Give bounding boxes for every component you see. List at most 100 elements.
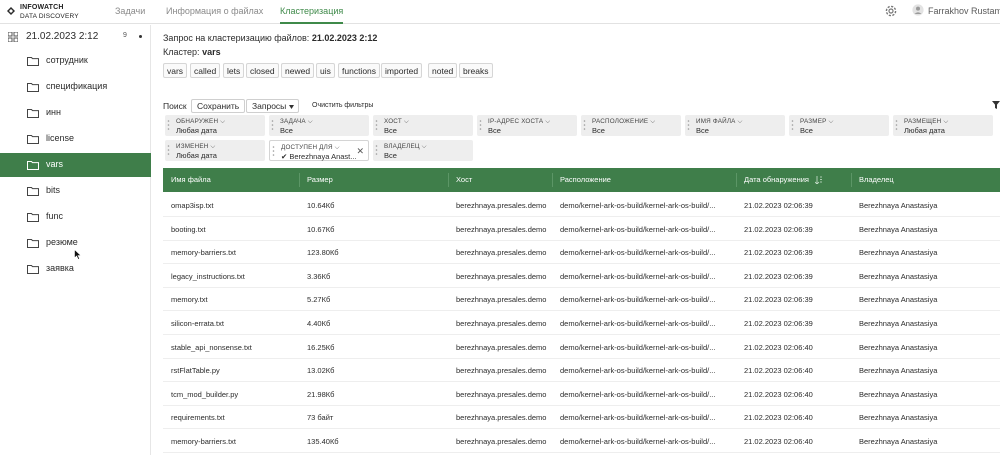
table-row[interactable]: omap3isp.txt 10.64Кб berezhnaya.presales.d… [163, 194, 1000, 217]
keyword-chip[interactable]: called [190, 63, 221, 78]
keyword-chip[interactable]: closed [246, 63, 279, 78]
drag-handle-icon[interactable] [479, 119, 482, 131]
filter-value: Все [800, 126, 813, 135]
sidebar-item-license[interactable]: license [0, 127, 151, 151]
drag-handle-icon[interactable] [167, 119, 170, 131]
table-row[interactable]: rstFlatTable.py 13.02Кб berezhnaya.presale… [163, 359, 1000, 383]
filter-file-name[interactable]: ИМЯ ФАЙЛА ⌵ Все [685, 115, 785, 136]
table-row[interactable]: tcm_mod_builder.py 21.98Кб berezhnaya.pres… [163, 383, 1000, 406]
sort-icon[interactable] [815, 176, 822, 184]
sidebar-header[interactable]: 21.02.2023 2:12 9 [0, 25, 151, 49]
table-cell: demo/kernel-ark-os-build/kernel-ark-os-b… [560, 295, 716, 305]
table-cell: 21.02.2023 02:06:40 [744, 389, 813, 399]
table-cell: demo/kernel-ark-os-build/kernel-ark-os-b… [560, 342, 716, 352]
filter-key: ИЗМЕНЕН ⌵ [176, 143, 216, 150]
sidebar-item-sotrudnik[interactable]: сотрудник [0, 49, 151, 73]
expand-dot-icon[interactable] [139, 35, 142, 38]
search-label[interactable]: Поиск [163, 101, 187, 111]
keyword-chip[interactable]: functions [338, 63, 381, 78]
cluster-value: vars [202, 47, 221, 57]
table-cell: Berezhnaya Anastasiya [859, 366, 938, 376]
table-row[interactable]: silicon-errata.txt 4.40Кб berezhnaya.presa… [163, 312, 1000, 335]
table-row[interactable]: legacy_instructions.txt 3.36Кб berezhnaya.… [163, 265, 1000, 288]
filter-icon[interactable] [992, 101, 1000, 109]
column-header[interactable]: Хост [456, 175, 472, 184]
table-cell: 21.02.2023 02:06:40 [744, 366, 813, 376]
filter-available-for[interactable]: ДОСТУПЕН ДЛЯ ⌵ ✔ Berezhnaya Anast... ✕ [269, 140, 369, 161]
column-header[interactable]: Расположение [560, 175, 611, 184]
drag-handle-icon[interactable] [375, 144, 378, 156]
drag-handle-icon[interactable] [167, 144, 170, 156]
table-cell: demo/kernel-ark-os-build/kernel-ark-os-b… [560, 319, 716, 328]
keyword-chip[interactable]: vars [163, 63, 188, 78]
filter-task[interactable]: ЗАДАЧА ⌵ Все [269, 115, 369, 136]
queries-button[interactable]: Запросы [246, 99, 300, 113]
filter-host[interactable]: ХОСТ ⌵ Все [373, 115, 473, 136]
keyword-chip[interactable]: lets [223, 63, 245, 78]
table-row[interactable]: booting.txt 10.67Кб berezhnaya.presales.de… [163, 218, 1000, 241]
table-cell: booting.txt [171, 224, 206, 234]
mouse-cursor-icon [74, 249, 82, 260]
table-row[interactable]: memory.txt 5.27Кб berezhnaya.presales.demo… [163, 288, 1000, 312]
table-cell: silicon-errata.txt [171, 319, 224, 328]
drag-handle-icon[interactable] [375, 119, 378, 131]
drag-handle-icon[interactable] [791, 119, 794, 131]
request-value: 21.02.2023 2:12 [311, 33, 378, 43]
sidebar-item-zayavka[interactable]: заявка [0, 257, 151, 281]
keyword-chip[interactable]: newed [281, 63, 315, 78]
table-row[interactable]: memory-barriers.txt 123.80Кб berezhnaya.pr… [163, 241, 1000, 265]
folder-icon [27, 83, 39, 92]
drag-handle-icon[interactable] [895, 119, 898, 131]
column-header[interactable]: Имя файла [171, 175, 211, 184]
filter-value: Все [488, 126, 501, 135]
table-cell: requirements.txt [171, 413, 225, 423]
user-icon[interactable] [912, 4, 924, 16]
filter-size[interactable]: РАЗМЕР ⌵ Все [789, 115, 889, 136]
user-name[interactable]: Farrakhov Rustam [928, 6, 1000, 16]
drag-handle-icon[interactable] [583, 119, 586, 131]
drag-handle-icon[interactable] [271, 119, 274, 131]
close-icon[interactable]: ✕ [356, 146, 364, 157]
folder-icon [27, 109, 39, 118]
filter-owner[interactable]: ВЛАДЕЛЕЦ ⌵ Все [373, 140, 473, 161]
filter-value: Все [592, 126, 605, 135]
filter-host-ip[interactable]: IP-АДРЕС ХОСТА ⌵ Все [477, 115, 577, 136]
filter-detected[interactable]: ОБНАРУЖЕН ⌵ Любая дата [165, 115, 265, 136]
keyword-chip[interactable]: uis [316, 63, 335, 78]
sidebar-item-inn[interactable]: инн [0, 101, 151, 125]
sidebar-item-vars[interactable]: vars [0, 153, 151, 177]
logo[interactable]: INFOWATCH DATA DISCOVERY [6, 3, 116, 21]
clear-filters-link[interactable]: Очистить фильтры [312, 102, 373, 109]
filter-location[interactable]: РАСПОЛОЖЕНИЕ ⌵ Все [581, 115, 681, 136]
table-row[interactable]: requirements.txt 73 байт berezhnaya.presal… [163, 406, 1000, 430]
column-header[interactable]: Дата обнаружения [744, 175, 809, 184]
sidebar-item-label: заявка [46, 263, 74, 273]
keyword-chip[interactable]: noted [428, 63, 458, 78]
table-row[interactable]: memory-barriers.txt 135.40Кб berezhnaya.pr… [163, 430, 1000, 453]
filter-key: ВЛАДЕЛЕЦ ⌵ [384, 143, 427, 150]
sidebar-item-label: спецификация [46, 81, 108, 91]
table-cell: 73 байт [307, 413, 334, 423]
folder-icon [27, 239, 39, 248]
table-cell: memory-barriers.txt [171, 437, 237, 446]
save-button[interactable]: Сохранить [191, 99, 246, 113]
column-header[interactable]: Размер [307, 175, 333, 184]
tab-file-info[interactable]: Информация о файлах [166, 6, 263, 24]
filter-modified[interactable]: ИЗМЕНЕН ⌵ Любая дата [165, 140, 265, 161]
keyword-chip[interactable]: imported [381, 63, 423, 78]
filter-placed[interactable]: РАЗМЕЩЕН ⌵ Любая дата [893, 115, 993, 136]
table-cell: tcm_mod_builder.py [171, 389, 239, 399]
sidebar-item-specifikacia[interactable]: спецификация [0, 75, 151, 99]
table-cell: 123.80Кб [307, 248, 339, 258]
gear-icon[interactable] [884, 4, 898, 18]
sidebar-item-func[interactable]: func [0, 205, 151, 229]
table-cell: Berezhnaya Anastasiya [859, 389, 938, 399]
sidebar-item-bits[interactable]: bits [0, 179, 151, 203]
drag-handle-icon[interactable] [272, 145, 275, 157]
tab-tasks[interactable]: Задачи [115, 6, 145, 24]
keyword-chip[interactable]: breaks [459, 63, 493, 78]
drag-handle-icon[interactable] [687, 119, 690, 131]
column-header[interactable]: Владелец [859, 175, 894, 184]
tab-clustering[interactable]: Кластеризация [280, 6, 344, 24]
table-row[interactable]: stable_api_nonsense.txt 16.25Кб berezhnaya… [163, 336, 1000, 359]
